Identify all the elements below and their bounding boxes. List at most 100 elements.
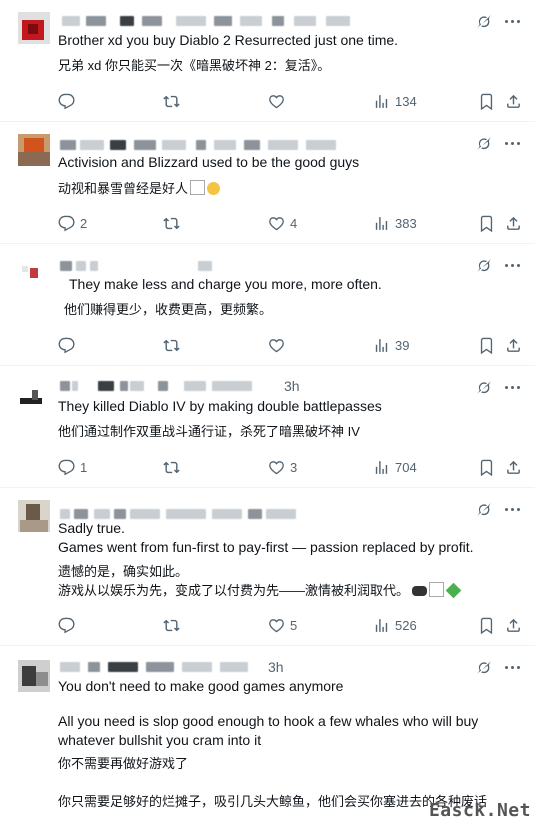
reply-button[interactable] xyxy=(58,335,80,355)
reply-icon xyxy=(58,617,75,634)
more-icon[interactable] xyxy=(505,658,521,676)
tweet-1[interactable]: Brother xd you buy Diablo 2 Resurrected … xyxy=(0,0,535,122)
bookmark-icon xyxy=(478,93,495,110)
repost-button[interactable] xyxy=(163,457,180,477)
tweet-text-zh: 你不需要再做好游戏了 xyxy=(58,756,189,771)
share-button[interactable] xyxy=(505,91,522,111)
like-button[interactable]: 3 xyxy=(268,457,297,477)
author-header-blurred[interactable] xyxy=(58,140,358,154)
tweet-3[interactable]: They make less and charge you more, more… xyxy=(0,244,535,366)
author-header-blurred[interactable] xyxy=(58,16,378,30)
avatar[interactable] xyxy=(18,660,50,692)
reply-icon xyxy=(58,215,75,232)
bookmark-button[interactable] xyxy=(478,91,495,111)
author-header-blurred[interactable]: 3h xyxy=(58,378,308,395)
reply-button[interactable] xyxy=(58,91,80,111)
repost-button[interactable] xyxy=(163,213,180,233)
tweet-text-en: All you need is slop good enough to hook… xyxy=(58,713,479,729)
tweet-6[interactable]: 3h You don't need to make good games any… xyxy=(0,646,535,823)
reply-icon xyxy=(58,337,75,354)
more-icon[interactable] xyxy=(505,12,521,30)
tweet-text-en: You don't need to make good games anymor… xyxy=(58,678,344,694)
avatar[interactable] xyxy=(18,12,50,44)
avatar[interactable] xyxy=(18,134,50,166)
avatar[interactable] xyxy=(18,262,50,294)
tweet-text-zh: 他们通过制作双重战斗通行证，杀死了暗黑破坏神 IV xyxy=(58,424,360,439)
money-emoji-icon xyxy=(445,582,462,599)
more-icon[interactable] xyxy=(505,134,521,152)
action-bar: 134 xyxy=(58,91,524,111)
share-icon xyxy=(505,617,522,634)
reply-icon xyxy=(58,459,75,476)
views-button[interactable]: 383 xyxy=(373,213,417,233)
share-icon xyxy=(505,337,522,354)
tweet-text-zh: 你只需要足够好的烂摊子，吸引几头大鲸鱼，他们会买你塞进去的各种废话 xyxy=(58,794,488,809)
avatar[interactable] xyxy=(18,380,50,412)
grok-icon[interactable] xyxy=(475,378,493,396)
grok-icon[interactable] xyxy=(475,134,493,152)
views-button[interactable]: 526 xyxy=(373,615,417,635)
more-icon[interactable] xyxy=(505,378,521,396)
like-button[interactable] xyxy=(268,91,290,111)
bookmark-button[interactable] xyxy=(478,457,495,477)
share-button[interactable] xyxy=(505,213,522,233)
more-icon[interactable] xyxy=(505,256,521,274)
reply-button[interactable] xyxy=(58,615,80,635)
share-icon xyxy=(505,215,522,232)
author-header-blurred[interactable]: 3h xyxy=(58,659,298,676)
broken-image-icon xyxy=(190,180,206,195)
tweet-text-en: They make less and charge you more, more… xyxy=(69,276,382,292)
views-icon xyxy=(373,617,390,634)
repost-button[interactable] xyxy=(163,335,180,355)
views-button[interactable]: 134 xyxy=(373,91,417,111)
avatar[interactable] xyxy=(18,500,50,532)
bookmark-button[interactable] xyxy=(478,615,495,635)
bookmark-icon xyxy=(478,337,495,354)
repost-icon xyxy=(163,93,180,110)
watermark: Easck.Net xyxy=(428,800,531,821)
emoji-face-icon xyxy=(207,182,221,195)
bookmark-button[interactable] xyxy=(478,335,495,355)
reply-button[interactable]: 1 xyxy=(58,457,87,477)
share-icon xyxy=(505,93,522,110)
broken-image-icon xyxy=(429,582,445,597)
author-header-blurred[interactable] xyxy=(58,261,238,275)
like-icon xyxy=(268,337,285,354)
like-button[interactable] xyxy=(268,335,290,355)
repost-button[interactable] xyxy=(163,91,180,111)
tweet-5[interactable]: Sadly true. Games went from fun-first to… xyxy=(0,488,535,646)
timestamp[interactable]: 3h xyxy=(268,659,284,675)
tweet-text-zh: 动视和暴雪曾经是好人 xyxy=(58,179,221,198)
repost-button[interactable] xyxy=(163,615,180,635)
tweet-2[interactable]: Activision and Blizzard used to be the g… xyxy=(0,122,535,244)
grok-icon[interactable] xyxy=(475,658,493,676)
timestamp[interactable]: 3h xyxy=(284,378,300,394)
grok-icon[interactable] xyxy=(475,256,493,274)
share-button[interactable] xyxy=(505,615,522,635)
grok-icon[interactable] xyxy=(475,12,493,30)
tweet-text-en: They killed Diablo IV by making double b… xyxy=(58,398,382,414)
more-icon[interactable] xyxy=(505,500,521,518)
views-button[interactable]: 39 xyxy=(373,335,409,355)
share-button[interactable] xyxy=(505,457,522,477)
like-button[interactable]: 5 xyxy=(268,615,297,635)
bookmark-button[interactable] xyxy=(478,213,495,233)
share-icon xyxy=(505,459,522,476)
action-bar: 2 4 383 xyxy=(58,213,524,233)
tweet-text-en: Brother xd you buy Diablo 2 Resurrected … xyxy=(58,32,399,48)
like-icon xyxy=(268,93,285,110)
views-icon xyxy=(373,459,390,476)
grok-icon[interactable] xyxy=(475,500,493,518)
views-button[interactable]: 704 xyxy=(373,457,417,477)
repost-icon xyxy=(163,215,180,232)
tweet-text-en: Activision and Blizzard used to be the g… xyxy=(58,154,360,170)
reply-button[interactable]: 2 xyxy=(58,213,87,233)
action-bar: 39 xyxy=(58,335,524,355)
like-button[interactable]: 4 xyxy=(268,213,297,233)
tweet-text-zh: 游戏从以娱乐为先，变成了以付费为先——激情被利润取代。 xyxy=(58,581,462,600)
share-button[interactable] xyxy=(505,335,522,355)
tweet-text-zh: 兄弟 xd 你只能买一次《暗黑破坏神 2：复活》。 xyxy=(58,58,331,73)
tweet-4[interactable]: 3h They killed Diablo IV by making doubl… xyxy=(0,366,535,488)
tweet-text-en: Games went from fun-first to pay-first —… xyxy=(58,539,474,555)
action-bar: 5 526 xyxy=(58,615,524,635)
